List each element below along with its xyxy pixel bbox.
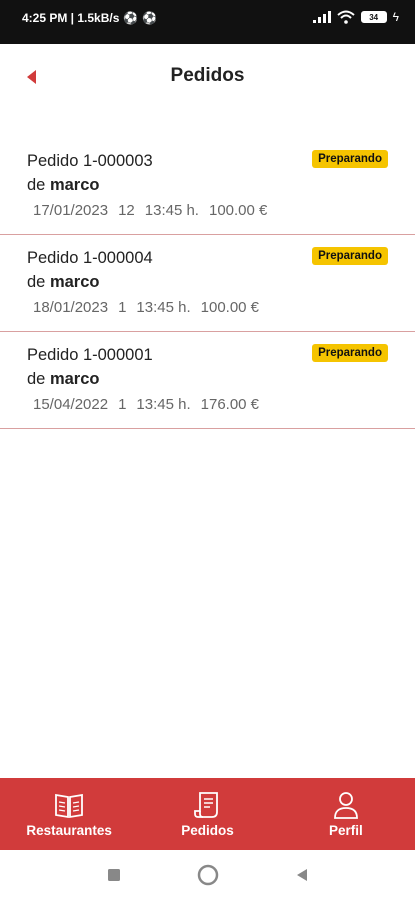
order-total: 100.00 € bbox=[208, 202, 268, 219]
order-date: 18/01/2023 bbox=[33, 299, 109, 316]
nav-label-orders: Pedidos bbox=[181, 823, 234, 838]
order-time: 13:45 h. bbox=[144, 202, 199, 219]
circle-icon bbox=[197, 864, 218, 886]
order-customer-line: de marco bbox=[27, 366, 388, 392]
order-meta: 18/01/2023 1 13:45 h. 100.00 € bbox=[27, 295, 388, 321]
order-date: 17/01/2023 bbox=[33, 202, 109, 219]
order-item[interactable]: Pedido 1-000004 de marco 18/01/2023 1 13… bbox=[0, 235, 415, 332]
order-items-count: 1 bbox=[118, 396, 127, 413]
wifi-icon bbox=[336, 10, 355, 24]
status-bar: 4:25 PM | 1.5kB/s ⚽ ⚽ 34 ϟ bbox=[0, 0, 415, 44]
order-by-prefix: de bbox=[27, 176, 46, 194]
order-meta: 17/01/2023 12 13:45 h. 100.00 € bbox=[27, 198, 388, 224]
order-customer-line: de marco bbox=[27, 269, 388, 295]
status-time-speed: 4:25 PM | 1.5kB/s bbox=[22, 11, 120, 25]
battery-level: 34 bbox=[369, 12, 379, 22]
status-badge: Preparando bbox=[312, 247, 388, 265]
battery-icon: 34 bbox=[360, 11, 387, 23]
nav-item-orders[interactable]: Pedidos bbox=[138, 778, 276, 850]
bottom-nav: Restaurantes Pedidos Perfil bbox=[0, 778, 415, 850]
orders-list: Pedido 1-000003 de marco 17/01/2023 12 1… bbox=[0, 138, 415, 429]
nav-label-profile: Perfil bbox=[328, 823, 363, 838]
soccer-icon: ⚽ bbox=[123, 11, 139, 25]
order-items-count: 12 bbox=[118, 202, 135, 219]
order-item[interactable]: Pedido 1-000001 de marco 15/04/2022 1 13… bbox=[0, 332, 415, 429]
order-items-count: 1 bbox=[118, 299, 127, 316]
order-time: 13:45 h. bbox=[136, 299, 191, 316]
system-nav-bar bbox=[0, 850, 415, 900]
order-customer: marco bbox=[49, 176, 100, 194]
status-badge: Preparando bbox=[312, 150, 388, 168]
nav-label-restaurants: Restaurantes bbox=[26, 823, 112, 838]
triangle-back-icon bbox=[296, 869, 307, 881]
page-title: Pedidos bbox=[170, 65, 245, 86]
nav-item-restaurants[interactable]: Restaurantes bbox=[0, 778, 138, 850]
recent-apps-button[interactable] bbox=[102, 863, 126, 887]
signal-icon bbox=[312, 11, 331, 23]
status-right: 34 ϟ bbox=[312, 10, 399, 24]
app-header: Pedidos bbox=[0, 44, 415, 108]
order-total: 100.00 € bbox=[200, 299, 260, 316]
order-customer-line: de marco bbox=[27, 172, 388, 198]
square-icon bbox=[107, 869, 120, 881]
system-back-button[interactable] bbox=[290, 863, 314, 887]
menu-book-icon bbox=[54, 790, 84, 820]
order-by-prefix: de bbox=[27, 273, 46, 291]
order-item[interactable]: Pedido 1-000003 de marco 17/01/2023 12 1… bbox=[0, 138, 415, 235]
order-customer: marco bbox=[49, 370, 100, 388]
order-by-prefix: de bbox=[27, 370, 46, 388]
nav-item-profile[interactable]: Perfil bbox=[277, 778, 415, 850]
order-meta: 15/04/2022 1 13:45 h. 176.00 € bbox=[27, 392, 388, 418]
user-icon bbox=[331, 790, 361, 820]
status-badge: Preparando bbox=[312, 344, 388, 362]
order-total: 176.00 € bbox=[200, 396, 260, 413]
order-date: 15/04/2022 bbox=[33, 396, 109, 413]
order-customer: marco bbox=[49, 273, 100, 291]
order-time: 13:45 h. bbox=[136, 396, 191, 413]
soccer-icon: ⚽ bbox=[142, 11, 158, 25]
charging-icon: ϟ bbox=[392, 10, 399, 24]
receipt-icon bbox=[192, 790, 222, 820]
home-button[interactable] bbox=[196, 863, 220, 887]
status-left: 4:25 PM | 1.5kB/s ⚽ ⚽ bbox=[22, 11, 157, 25]
